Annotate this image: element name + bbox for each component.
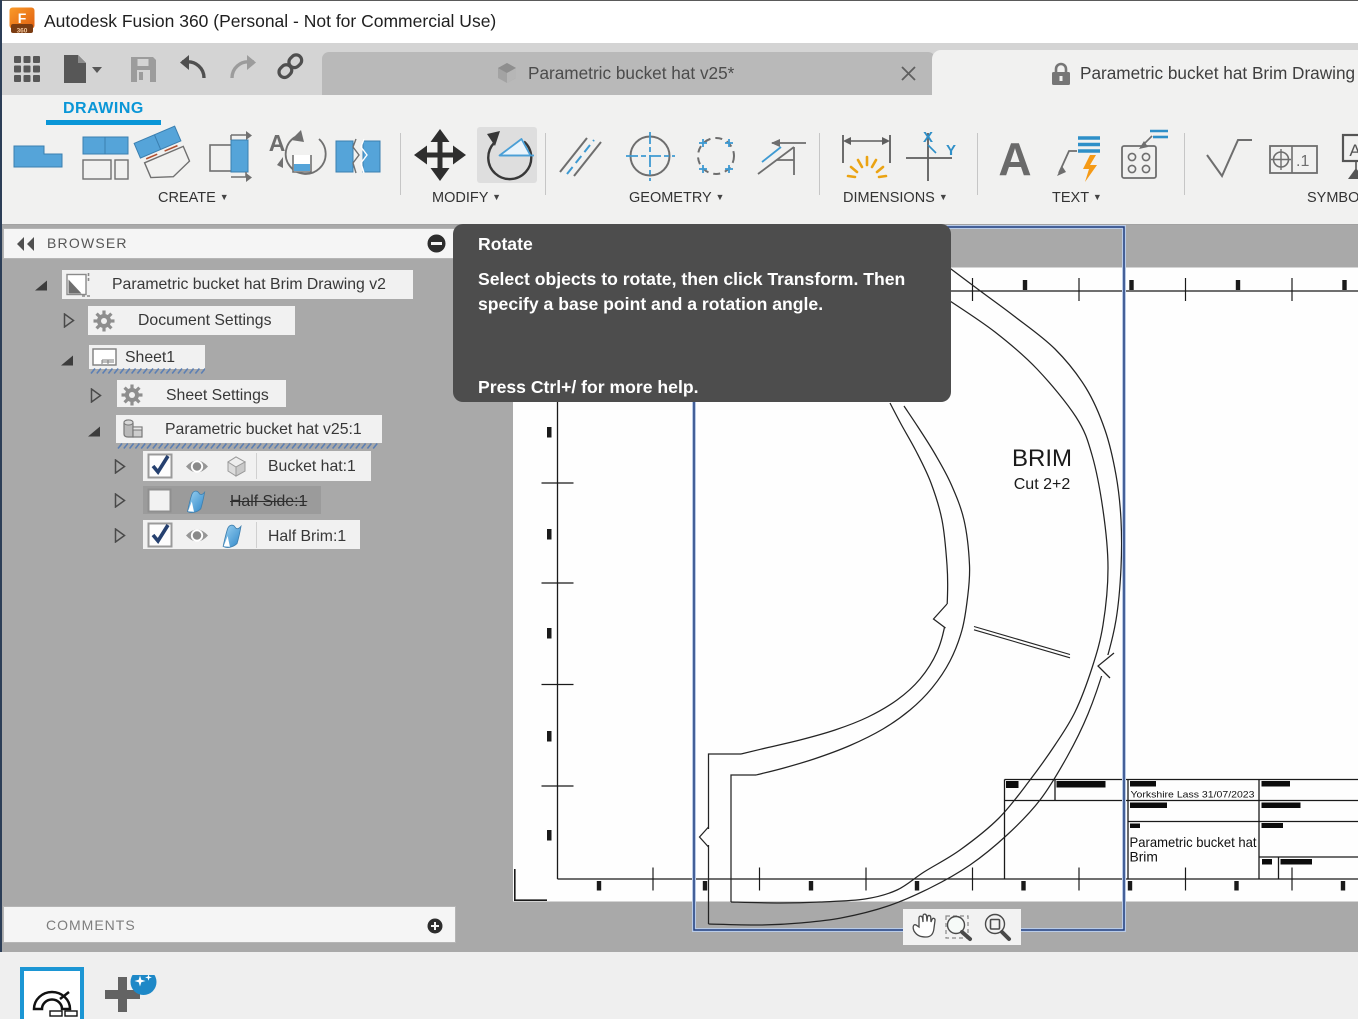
- svg-text:X: X: [923, 129, 933, 146]
- svg-text:F: F: [18, 10, 27, 26]
- svg-text:.1: .1: [1296, 153, 1309, 170]
- svg-text:Brim: Brim: [1130, 850, 1158, 865]
- svg-text:360: 360: [17, 28, 28, 35]
- svg-text:Cut 2+2: Cut 2+2: [1014, 476, 1071, 493]
- svg-text:A: A: [998, 133, 1031, 185]
- svg-text:BRIM: BRIM: [1012, 445, 1072, 472]
- svg-text:A: A: [1349, 141, 1358, 160]
- svg-text:A: A: [269, 130, 286, 156]
- svg-text:Y: Y: [946, 142, 956, 159]
- svg-text:Parametric bucket hat: Parametric bucket hat: [1130, 835, 1257, 850]
- svg-text:Yorkshire Lass 31/07/2023: Yorkshire Lass 31/07/2023: [1131, 790, 1255, 800]
